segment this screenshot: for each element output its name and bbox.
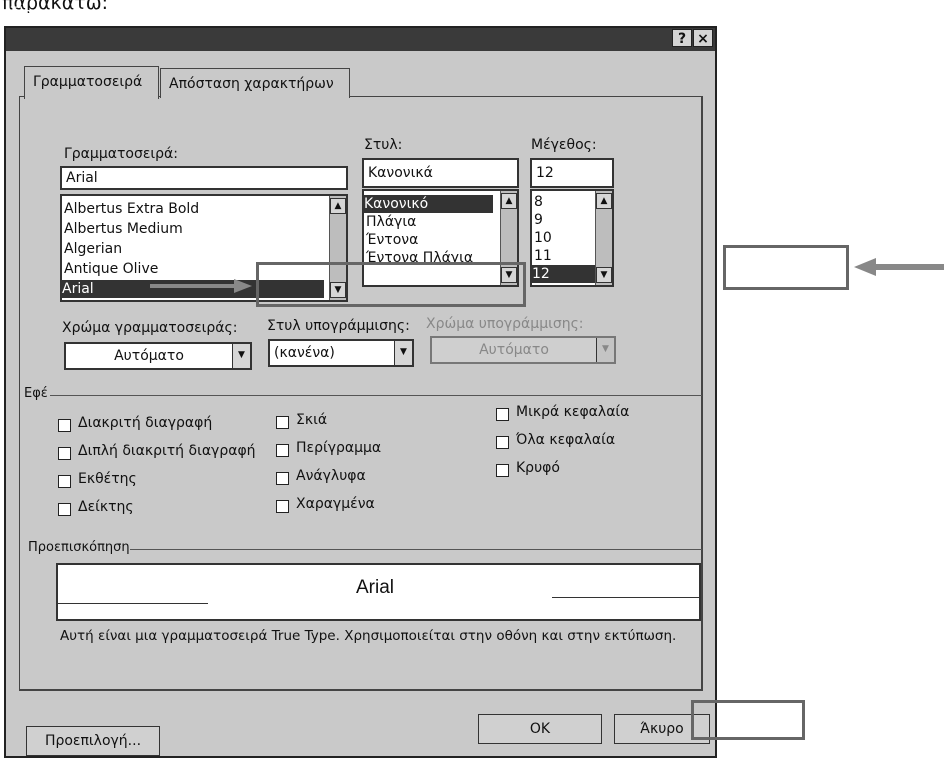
size-list-item-selected[interactable]: 12 — [532, 265, 596, 283]
font-color-select[interactable]: Αυτόματο ▼ — [64, 342, 252, 370]
close-button[interactable]: × — [693, 29, 713, 47]
engrave-label: Χαραγμένα — [296, 496, 375, 512]
preview-sample: Arial — [356, 577, 395, 598]
outline-checkbox[interactable] — [276, 444, 289, 457]
small-caps-checkbox[interactable] — [496, 408, 509, 421]
preview-divider — [130, 549, 702, 550]
small-caps-label: Μικρά κεφαλαία — [516, 404, 630, 420]
engrave-checkbox[interactable] — [276, 500, 289, 513]
preview-label: Προεπισκόπηση — [28, 540, 130, 555]
ok-button[interactable]: OK — [478, 714, 602, 744]
scroll-down-icon[interactable]: ▼ — [596, 267, 612, 283]
truetype-note: Αυτή είναι μια γραμματοσειρά True Type. … — [60, 628, 677, 644]
annotation-box — [723, 245, 849, 290]
superscript-checkbox[interactable] — [58, 475, 71, 488]
subscript-label: Δείκτης — [78, 499, 134, 515]
shadow-checkbox[interactable] — [276, 416, 289, 429]
scroll-up-icon[interactable]: ▲ — [596, 193, 612, 209]
font-label: Γραμματοσειρά: — [64, 146, 178, 162]
title-bar[interactable] — [4, 26, 717, 51]
baseline-left — [58, 603, 208, 604]
preview-box: Arial — [56, 563, 701, 621]
dialog-title: Γραμματοσειρά — [10, 4, 163, 24]
emboss-checkbox[interactable] — [276, 472, 289, 485]
chevron-down-icon[interactable]: ▼ — [232, 344, 250, 368]
font-list-item[interactable]: Antique Olive — [64, 260, 158, 278]
double-strikethrough-checkbox[interactable] — [58, 447, 71, 460]
style-list-item[interactable]: Έντονα — [366, 231, 418, 249]
default-button[interactable]: Προεπιλογή... — [26, 726, 160, 756]
style-input[interactable]: Κανονικά — [362, 158, 519, 188]
shadow-label: Σκιά — [296, 412, 328, 428]
scroll-up-icon[interactable]: ▲ — [501, 193, 517, 209]
size-list-item[interactable]: 11 — [534, 247, 552, 265]
underline-style-select[interactable]: (κανένα) ▼ — [268, 339, 414, 367]
style-list-item[interactable]: Πλάγια — [366, 213, 416, 231]
underline-color-label: Χρώμα υπογράμμισης: — [426, 316, 584, 332]
subscript-checkbox[interactable] — [58, 503, 71, 516]
hidden-checkbox[interactable] — [496, 464, 509, 477]
font-list-item[interactable]: Albertus Extra Bold — [64, 200, 199, 218]
chevron-down-icon[interactable]: ▼ — [596, 338, 614, 362]
annotation-box — [256, 262, 526, 307]
baseline-right — [552, 597, 700, 598]
tab-character-spacing[interactable]: Απόσταση χαρακτήρων — [160, 68, 350, 98]
underline-color-value: Αυτόματο — [479, 342, 549, 358]
font-list-item[interactable]: Albertus Medium — [64, 220, 183, 238]
size-list-scrollbar[interactable]: ▲ ▼ — [595, 191, 612, 285]
chevron-down-icon[interactable]: ▼ — [394, 341, 412, 365]
hidden-label: Κρυφό — [516, 460, 560, 476]
strikethrough-label: Διακριτή διαγραφή — [78, 415, 213, 431]
scroll-up-icon[interactable]: ▲ — [330, 198, 346, 214]
font-input[interactable]: Arial — [60, 166, 348, 190]
size-list-item[interactable]: 8 — [534, 193, 543, 211]
underline-color-select[interactable]: Αυτόματο ▼ — [430, 336, 616, 364]
emboss-label: Ανάγλυφα — [296, 468, 366, 484]
annotation-arrow-icon — [854, 258, 944, 276]
font-color-value: Αυτόματο — [114, 348, 184, 364]
font-list-item[interactable]: Algerian — [64, 240, 122, 258]
style-list-item-selected[interactable]: Κανονικό — [364, 195, 493, 213]
strikethrough-checkbox[interactable] — [58, 419, 71, 432]
double-strikethrough-label: Διπλή διακριτή διαγραφή — [78, 443, 256, 459]
size-list[interactable]: 8 9 10 11 12 ▲ ▼ — [530, 189, 614, 287]
annotation-arrow-icon — [150, 279, 252, 293]
size-list-item[interactable]: 10 — [534, 229, 552, 247]
annotation-box — [691, 700, 805, 740]
outline-label: Περίγραμμα — [296, 440, 382, 456]
size-label: Μέγεθος: — [531, 137, 597, 153]
superscript-label: Εκθέτης — [78, 471, 137, 487]
effects-label: Εφέ — [24, 386, 48, 401]
font-color-label: Χρώμα γραμματοσειράς: — [62, 320, 238, 336]
underline-style-value: (κανένα) — [274, 345, 335, 361]
all-caps-label: Όλα κεφαλαία — [516, 432, 616, 448]
effects-divider — [50, 395, 702, 396]
underline-style-label: Στυλ υπογράμμισης: — [267, 318, 410, 334]
tab-font[interactable]: Γραμματοσειρά — [24, 66, 159, 99]
style-label: Στυλ: — [364, 137, 403, 153]
size-input[interactable]: 12 — [530, 158, 614, 188]
help-button[interactable]: ? — [672, 29, 692, 47]
size-list-item[interactable]: 9 — [534, 211, 543, 229]
all-caps-checkbox[interactable] — [496, 436, 509, 449]
